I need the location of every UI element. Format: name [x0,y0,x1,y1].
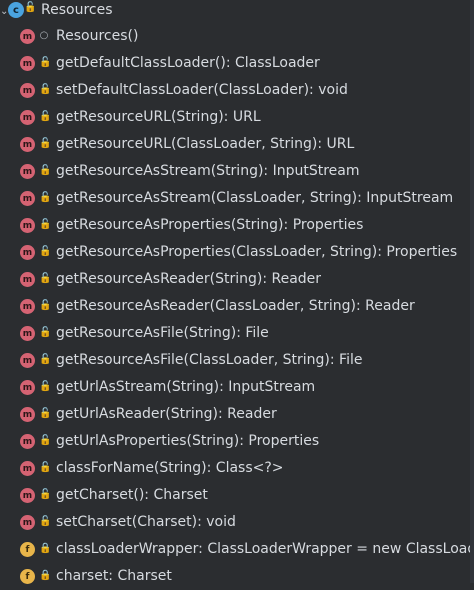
method-row[interactable]: m 🔓 getResourceAsFile(ClassLoader, String)… [0,347,474,374]
public-visibility-icon: 🔓 [39,435,52,446]
public-visibility-icon: 🔓 [39,300,52,311]
method-icon: m [20,83,35,98]
member-label: classForName(String): Class<?> [56,460,284,476]
public-visibility-icon: 🔓 [39,246,52,257]
public-visibility-icon: 🔓 [39,354,52,365]
public-visibility-icon: 🔓 [39,57,52,68]
chevron-down-icon[interactable]: ⌄ [0,5,8,19]
method-icon: m [20,326,35,341]
method-row[interactable]: m 🔓 getCharset(): Charset [0,482,474,509]
method-row[interactable]: m 🔓 getResourceAsProperties(ClassLoader, S… [0,239,474,266]
method-icon: m [20,137,35,152]
public-visibility-icon: 🔓 [39,516,52,527]
member-label: getResourceURL(String): URL [56,109,261,125]
public-visibility-icon: 🔓 [39,165,52,176]
method-icon: m [20,110,35,125]
method-row[interactable]: m 🔓 getResourceAsStream(String): InputStre… [0,158,474,185]
method-icon: m [20,434,35,449]
method-row[interactable]: m 🔓 getResourceAsFile(String): File [0,320,474,347]
field-row[interactable]: f 🔒 charset: Charset [0,563,474,590]
public-visibility-icon: 🔓 [39,327,52,338]
method-row[interactable]: m 🔓 setDefaultClassLoader(ClassLoader): vo… [0,77,474,104]
method-row[interactable]: m ○ Resources() [0,23,474,50]
public-lock-icon: 🔓 [24,2,37,13]
private-visibility-icon: 🔒 [39,543,52,554]
method-icon: m [20,488,35,503]
public-visibility-icon: 🔓 [39,273,52,284]
public-visibility-icon: 🔓 [39,219,52,230]
method-row[interactable]: m 🔓 getResourceURL(ClassLoader, String): U… [0,131,474,158]
method-row[interactable]: m 🔓 getDefaultClassLoader(): ClassLoader [0,50,474,77]
method-row[interactable]: m 🔓 getUrlAsStream(String): InputStream [0,374,474,401]
public-visibility-icon: 🔓 [39,408,52,419]
package-visibility-icon: ○ [39,30,49,41]
method-icon: m [20,191,35,206]
field-icon: f [20,542,35,557]
class-name-label: Resources [41,2,113,18]
method-icon: m [20,56,35,71]
public-visibility-icon: 🔓 [39,489,52,500]
method-icon: m [20,380,35,395]
member-label: getResourceAsReader(ClassLoader, String)… [56,298,415,314]
method-row[interactable]: m 🔓 getResourceAsReader(ClassLoader, Strin… [0,293,474,320]
method-icon: m [20,461,35,476]
method-row[interactable]: m 🔓 getResourceAsReader(String): Reader [0,266,474,293]
method-row[interactable]: m 🔓 getUrlAsProperties(String): Properties [0,428,474,455]
member-label: getResourceAsStream(String): InputStream [56,163,360,179]
method-icon: m [20,353,35,368]
member-label: getUrlAsProperties(String): Properties [56,433,320,449]
method-row[interactable]: m 🔓 classForName(String): Class<?> [0,455,474,482]
structure-tree: ⌄ c 🔓 Resources m ○ Resources() m 🔓 getDefaul… [0,0,474,584]
public-visibility-icon: 🔓 [39,111,52,122]
member-label: getResourceAsFile(ClassLoader, String): … [56,352,363,368]
member-label: setCharset(Charset): void [56,514,236,530]
method-icon: m [20,164,35,179]
public-visibility-icon: 🔓 [39,192,52,203]
member-label: getUrlAsStream(String): InputStream [56,379,316,395]
class-icon: c [8,2,24,18]
method-row[interactable]: m 🔓 getResourceAsStream(ClassLoader, Strin… [0,185,474,212]
method-row[interactable]: m 🔓 getUrlAsReader(String): Reader [0,401,474,428]
member-label: charset: Charset [56,568,172,584]
member-label: getResourceAsFile(String): File [56,325,269,341]
member-label: getResourceAsReader(String): Reader [56,271,322,287]
vertical-scrollbar[interactable] [470,0,474,583]
method-row[interactable]: m 🔓 getResourceAsProperties(String): Prope… [0,212,474,239]
method-icon: m [20,218,35,233]
member-label: getResourceAsProperties(String): Propert… [56,217,364,233]
public-visibility-icon: 🔓 [39,381,52,392]
member-label: setDefaultClassLoader(ClassLoader): void [56,82,348,98]
method-icon: m [20,299,35,314]
member-label: getResourceURL(ClassLoader, String): URL [56,136,355,152]
method-icon: m [20,515,35,530]
member-label: Resources() [56,28,139,44]
field-icon: f [20,569,35,584]
field-row[interactable]: f 🔒 classLoaderWrapper: ClassLoaderWrapper… [0,536,474,563]
member-label: getUrlAsReader(String): Reader [56,406,277,422]
method-icon: m [20,407,35,422]
public-visibility-icon: 🔓 [39,84,52,95]
member-label: getResourceAsProperties(ClassLoader, Str… [56,244,458,260]
private-visibility-icon: 🔒 [39,570,52,581]
public-visibility-icon: 🔓 [39,138,52,149]
member-label: classLoaderWrapper: ClassLoaderWrapper =… [56,541,474,557]
method-row[interactable]: m 🔓 getResourceURL(String): URL [0,104,474,131]
member-label: getCharset(): Charset [56,487,208,503]
method-row[interactable]: m 🔓 setCharset(Charset): void [0,509,474,536]
method-icon: m [20,29,35,44]
member-label: getDefaultClassLoader(): ClassLoader [56,55,320,71]
method-icon: m [20,245,35,260]
method-icon: m [20,272,35,287]
public-visibility-icon: 🔓 [39,462,52,473]
member-label: getResourceAsStream(ClassLoader, String)… [56,190,454,206]
